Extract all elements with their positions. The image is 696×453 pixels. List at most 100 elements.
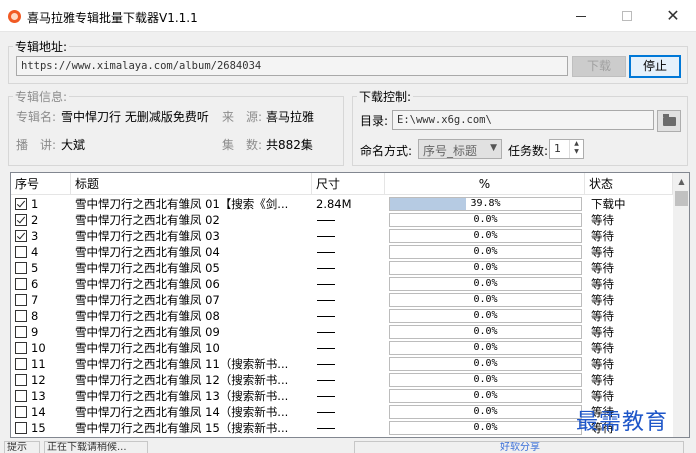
naming-label: 命名方式: <box>360 144 413 158</box>
status-part-tip: 提示 <box>4 441 40 453</box>
row-size: 2.84M <box>316 196 386 212</box>
download-button[interactable]: 下载 <box>572 56 626 77</box>
row-percent: 0.0% <box>473 262 498 273</box>
album-name-label: 专辑名: <box>16 110 57 124</box>
row-status: 等待 <box>591 357 614 371</box>
row-checkbox[interactable] <box>15 310 27 322</box>
table-row[interactable]: 1 雪中悍刀行之西北有雏凤 01【搜索《剑... 2.84M 39.8% 下载中 <box>11 196 673 212</box>
tasks-value: 1 <box>554 142 561 155</box>
minimize-button[interactable] <box>558 0 604 32</box>
source-label: 来 源: <box>222 110 263 124</box>
row-checkbox[interactable] <box>15 358 27 370</box>
window-title: 喜马拉雅专辑批量下载器V1.1.1 <box>27 11 198 25</box>
download-list[interactable]: 序号 标题 尺寸 % 状态 1 雪中悍刀行之西北有雏凤 01【搜索《剑... 2.8… <box>10 172 690 438</box>
row-checkbox[interactable] <box>15 230 27 242</box>
row-status: 下载中 <box>591 197 626 211</box>
row-size-empty <box>317 268 335 269</box>
row-percent: 0.0% <box>473 246 498 257</box>
row-checkbox[interactable] <box>15 326 27 338</box>
row-seq: 15 <box>31 421 46 435</box>
table-row[interactable]: 11 雪中悍刀行之西北有雏凤 11（搜索新书... 0.0% 等待 <box>11 356 673 372</box>
header-percent[interactable]: % <box>385 173 585 195</box>
row-status: 等待 <box>591 229 614 243</box>
table-row[interactable]: 10 雪中悍刀行之西北有雏凤 10 0.0% 等待 <box>11 340 673 356</box>
row-title: 雪中悍刀行之西北有雏凤 09 <box>75 325 220 339</box>
tasks-stepper[interactable]: 1 ▲ ▼ <box>549 139 584 159</box>
row-size <box>316 372 386 388</box>
stepper-arrows-icon[interactable]: ▲ ▼ <box>569 140 583 158</box>
scroll-thumb[interactable] <box>675 191 688 206</box>
table-row[interactable]: 8 雪中悍刀行之西北有雏凤 08 0.0% 等待 <box>11 308 673 324</box>
row-checkbox[interactable] <box>15 278 27 290</box>
row-size <box>316 276 386 292</box>
row-checkbox[interactable] <box>15 246 27 258</box>
status-part-share[interactable]: 好软分享 <box>354 441 684 453</box>
row-title: 雪中悍刀行之西北有雏凤 01【搜索《剑... <box>75 197 289 211</box>
album-url-input[interactable]: https://www.ximalaya.com/album/2684034 <box>16 56 568 76</box>
table-row[interactable]: 13 雪中悍刀行之西北有雏凤 13（搜索新书... 0.0% 等待 <box>11 388 673 404</box>
browse-folder-button[interactable] <box>657 110 681 132</box>
row-checkbox[interactable] <box>15 214 27 226</box>
row-percent: 0.0% <box>473 214 498 225</box>
row-progress-bar: 0.0% <box>389 261 582 275</box>
row-checkbox[interactable] <box>15 406 27 418</box>
row-status: 等待 <box>591 245 614 259</box>
table-row[interactable]: 3 雪中悍刀行之西北有雏凤 03 0.0% 等待 <box>11 228 673 244</box>
scroll-up-icon[interactable]: ▲ <box>673 173 689 190</box>
table-row[interactable]: 14 雪中悍刀行之西北有雏凤 14（搜索新书... 0.0% 等待 <box>11 404 673 420</box>
table-row[interactable]: 9 雪中悍刀行之西北有雏凤 09 0.0% 等待 <box>11 324 673 340</box>
app-logo-icon <box>8 10 21 23</box>
header-status[interactable]: 状态 <box>585 173 673 195</box>
table-row[interactable]: 4 雪中悍刀行之西北有雏凤 04 0.0% 等待 <box>11 244 673 260</box>
directory-input[interactable]: E:\www.x6g.com\ <box>392 110 654 130</box>
maximize-button[interactable] <box>604 0 650 32</box>
row-size <box>316 228 386 244</box>
table-row[interactable]: 6 雪中悍刀行之西北有雏凤 06 0.0% 等待 <box>11 276 673 292</box>
row-progress-bar: 0.0% <box>389 309 582 323</box>
list-rows: 1 雪中悍刀行之西北有雏凤 01【搜索《剑... 2.84M 39.8% 下载中 2 雪中悍… <box>11 196 673 436</box>
naming-select[interactable]: 序号_标题 ▼ <box>418 139 502 159</box>
row-checkbox[interactable] <box>15 422 27 434</box>
row-seq: 8 <box>31 309 39 323</box>
row-progress-bar: 0.0% <box>389 245 582 259</box>
row-size-empty <box>317 348 335 349</box>
row-status: 等待 <box>591 373 614 387</box>
row-size <box>316 420 386 436</box>
row-checkbox[interactable] <box>15 342 27 354</box>
folder-icon <box>663 114 676 126</box>
row-title: 雪中悍刀行之西北有雏凤 02 <box>75 213 220 227</box>
row-checkbox[interactable] <box>15 374 27 386</box>
row-size-empty <box>317 300 335 301</box>
row-checkbox[interactable] <box>15 294 27 306</box>
header-size[interactable]: 尺寸 <box>312 173 385 195</box>
close-button[interactable]: ✕ <box>650 0 696 32</box>
table-row[interactable]: 5 雪中悍刀行之西北有雏凤 05 0.0% 等待 <box>11 260 673 276</box>
row-checkbox[interactable] <box>15 390 27 402</box>
row-checkbox[interactable] <box>15 262 27 274</box>
album-info-legend: 专辑信息: <box>15 90 68 104</box>
row-progress-bar: 39.8% <box>389 197 582 211</box>
row-checkbox[interactable] <box>15 198 27 210</box>
naming-select-value: 序号_标题 <box>423 144 478 158</box>
header-seq[interactable]: 序号 <box>11 173 71 195</box>
table-row[interactable]: 15 雪中悍刀行之西北有雏凤 15（搜索新书... 0.0% 等待 <box>11 420 673 436</box>
row-size <box>316 324 386 340</box>
row-size <box>316 308 386 324</box>
row-size-empty <box>317 428 335 429</box>
row-progress-bar: 0.0% <box>389 325 582 339</box>
row-percent: 39.8% <box>470 198 501 209</box>
row-size <box>316 212 386 228</box>
stop-button[interactable]: 停止 <box>629 55 681 78</box>
vertical-scrollbar[interactable]: ▲ <box>673 173 689 437</box>
table-row[interactable]: 2 雪中悍刀行之西北有雏凤 02 0.0% 等待 <box>11 212 673 228</box>
row-percent: 0.0% <box>473 406 498 417</box>
header-title[interactable]: 标题 <box>71 173 312 195</box>
row-progress-bar: 0.0% <box>389 389 582 403</box>
row-seq: 12 <box>31 373 46 387</box>
row-size <box>316 388 386 404</box>
table-row[interactable]: 12 雪中悍刀行之西北有雏凤 12（搜索新书... 0.0% 等待 <box>11 372 673 388</box>
row-percent: 0.0% <box>473 358 498 369</box>
row-progress-bar: 0.0% <box>389 421 582 435</box>
narrator-value: 大斌 <box>61 138 86 152</box>
table-row[interactable]: 7 雪中悍刀行之西北有雏凤 07 0.0% 等待 <box>11 292 673 308</box>
